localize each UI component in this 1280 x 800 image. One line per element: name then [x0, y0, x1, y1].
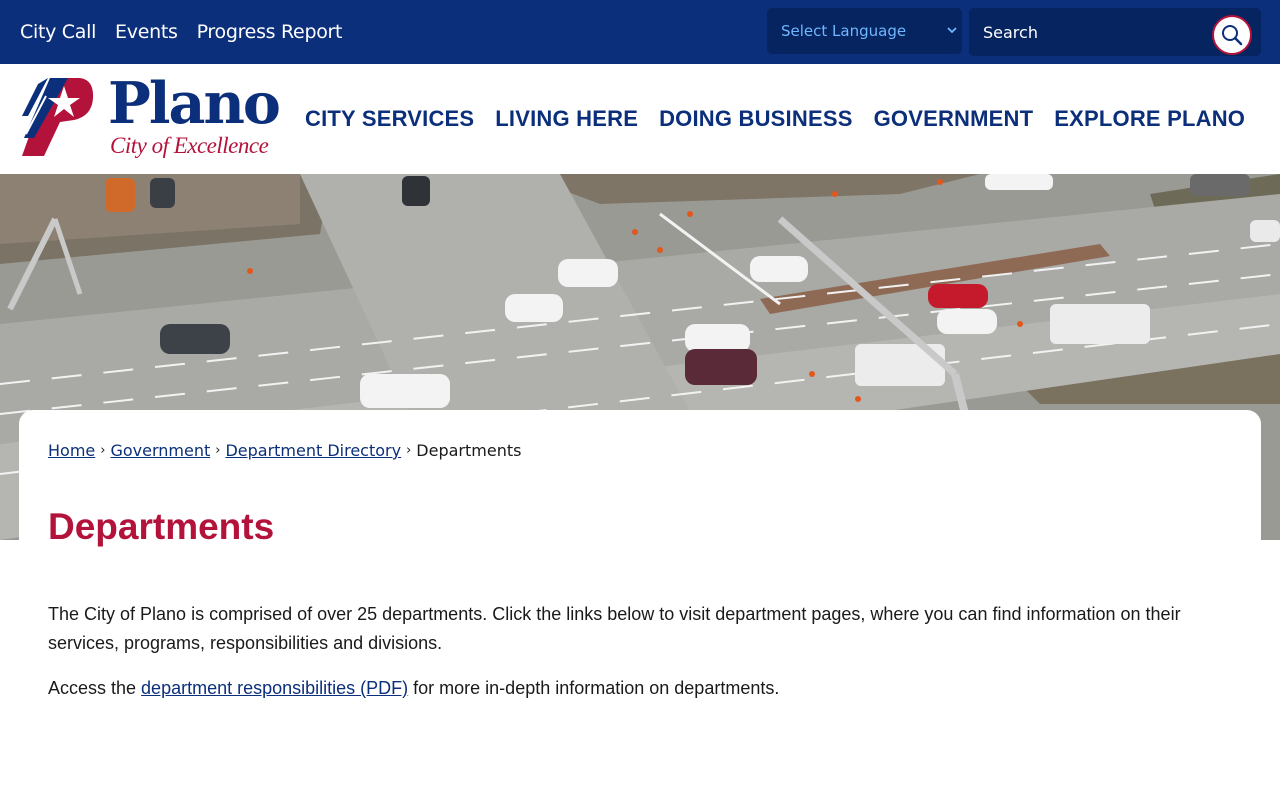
- nav-explore-plano[interactable]: EXPLORE PLANO: [1054, 106, 1245, 132]
- search-button[interactable]: [1212, 15, 1252, 55]
- search-placeholder: Search: [983, 22, 1038, 42]
- language-select-label: Select Language: [781, 22, 907, 40]
- breadcrumb-current: Departments: [416, 441, 522, 460]
- intro-paragraph: The City of Plano is comprised of over 2…: [48, 604, 1181, 653]
- utility-link-city-call[interactable]: City Call: [20, 21, 96, 43]
- nav-living-here[interactable]: LIVING HERE: [495, 106, 638, 132]
- breadcrumb-government[interactable]: Government: [110, 441, 210, 460]
- utility-bar: City Call Events Progress Report Select …: [0, 0, 1280, 64]
- site-header: Plano City of Excellence CITY SERVICES L…: [0, 64, 1280, 174]
- access-paragraph: Access the department responsibilities (…: [48, 678, 779, 699]
- plano-logo[interactable]: Plano City of Excellence: [20, 70, 281, 162]
- breadcrumb-separator: ›: [406, 443, 412, 458]
- utility-link-progress-report[interactable]: Progress Report: [197, 21, 343, 43]
- content-card: Home › Government › Department Directory…: [19, 410, 1261, 800]
- department-responsibilities-pdf-link[interactable]: department responsibilities (PDF): [141, 678, 408, 698]
- nav-government[interactable]: GOVERNMENT: [874, 106, 1034, 132]
- nav-doing-business[interactable]: DOING BUSINESS: [659, 106, 853, 132]
- breadcrumb-home[interactable]: Home: [48, 441, 95, 460]
- breadcrumb-separator: ›: [215, 443, 221, 458]
- star-logo-icon: [22, 78, 94, 156]
- search-icon: [1222, 25, 1243, 46]
- chevron-down-icon: [947, 27, 957, 34]
- utility-link-events[interactable]: Events: [115, 21, 178, 43]
- utility-nav: City Call Events Progress Report: [20, 0, 342, 64]
- logo-wordmark: Plano: [108, 70, 281, 137]
- page-title: Departments: [48, 506, 275, 547]
- language-select[interactable]: Select Language: [767, 8, 962, 54]
- breadcrumb-department-directory[interactable]: Department Directory: [225, 441, 401, 460]
- access-suffix: for more in-depth information on departm…: [408, 678, 780, 698]
- logo-tagline: City of Excellence: [110, 133, 269, 158]
- access-prefix: Access the: [48, 678, 142, 698]
- breadcrumb-separator: ›: [100, 443, 106, 458]
- nav-city-services[interactable]: CITY SERVICES: [305, 106, 474, 132]
- main-nav: CITY SERVICES LIVING HERE DOING BUSINESS…: [305, 64, 1266, 174]
- search-input[interactable]: Search: [969, 8, 1261, 56]
- breadcrumb: Home › Government › Department Directory…: [48, 441, 521, 460]
